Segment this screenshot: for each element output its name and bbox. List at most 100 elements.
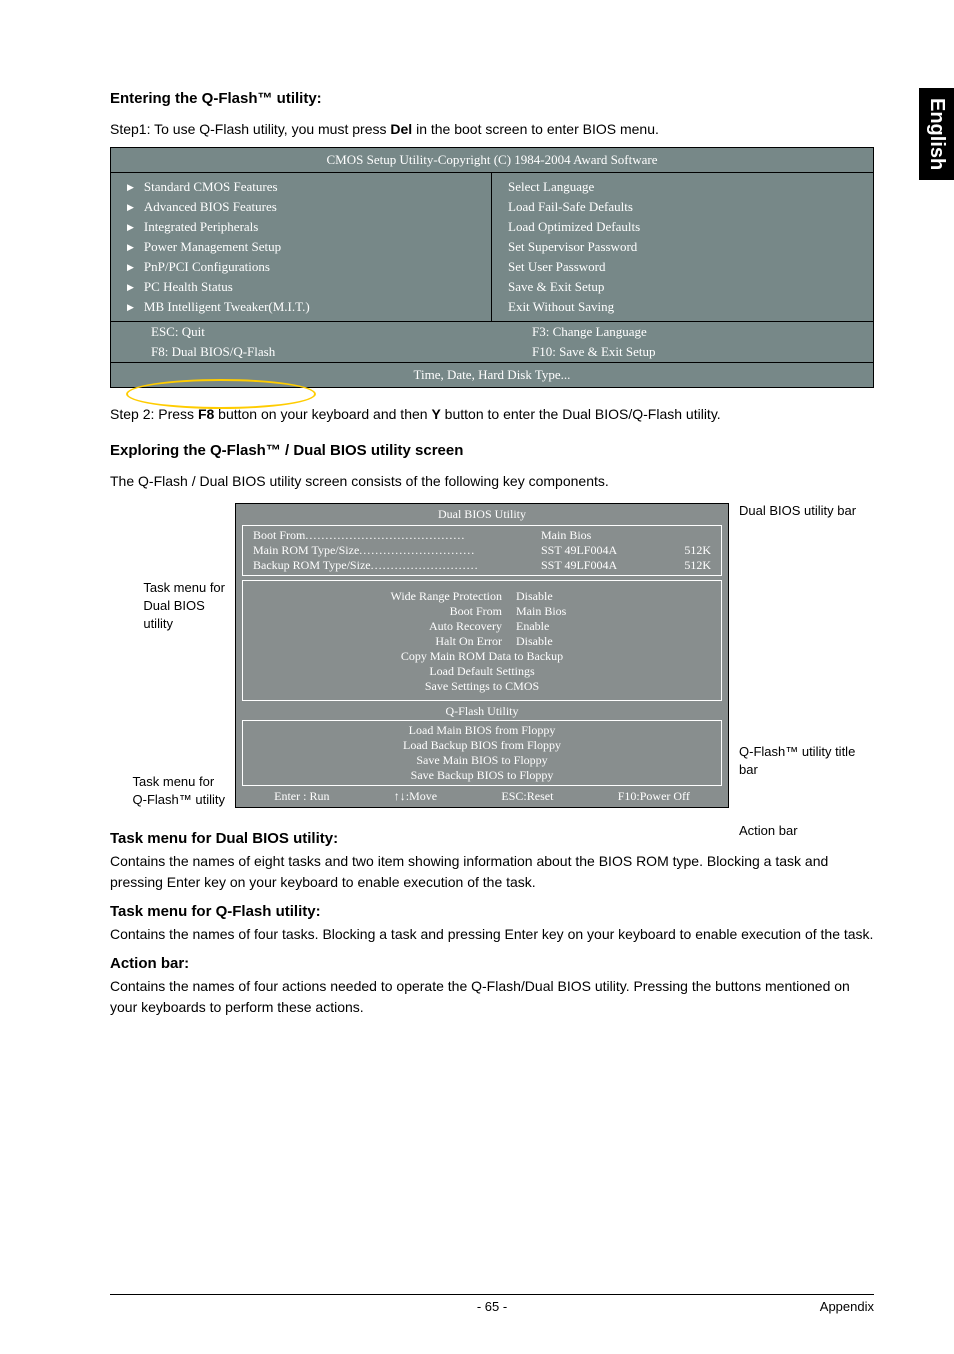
bios-menu-item[interactable]: ▶ Standard CMOS Features bbox=[127, 177, 487, 197]
bios-menu-item[interactable]: Load Fail-Safe Defaults bbox=[508, 197, 869, 217]
bios-menu-item[interactable]: Load Optimized Defaults bbox=[508, 217, 869, 237]
section-name: Appendix bbox=[820, 1299, 874, 1314]
dual-bios-title: Dual BIOS Utility bbox=[236, 504, 728, 525]
label-line: utility bbox=[143, 615, 225, 633]
bios-menu-item[interactable]: Save & Exit Setup bbox=[508, 277, 869, 297]
option-row[interactable]: Halt On ErrorDisable bbox=[253, 634, 711, 649]
opt-key: Halt On Error bbox=[328, 634, 508, 649]
bios-item-label: Save & Exit Setup bbox=[508, 279, 604, 295]
opt-key: Auto Recovery bbox=[328, 619, 508, 634]
qflash-item[interactable]: Load Backup BIOS from Floppy bbox=[245, 738, 719, 753]
label-line: bar bbox=[739, 761, 855, 779]
bios-item-label: MB Intelligent Tweaker(M.I.T.) bbox=[144, 299, 310, 315]
action-bar: Enter : Run ↑↓:Move ESC:Reset F10:Power … bbox=[236, 786, 728, 807]
bios-item-label: Standard CMOS Features bbox=[144, 179, 278, 195]
footer-esc: ESC: Quit bbox=[111, 322, 492, 342]
step1-suffix: in the boot screen to enter BIOS menu. bbox=[412, 121, 659, 137]
bios-menu-item[interactable]: Select Language bbox=[508, 177, 869, 197]
section-text: Contains the names of four tasks. Blocki… bbox=[110, 924, 874, 945]
triangle-right-icon: ▶ bbox=[127, 302, 134, 313]
heading-entering: Entering the Q-Flash™ utility: bbox=[110, 90, 874, 107]
label-qflash-title-bar: Q-Flash™ utility title bar bbox=[739, 743, 855, 779]
qflash-box: Load Main BIOS from Floppy Load Backup B… bbox=[242, 720, 722, 786]
section-heading: Action bar: bbox=[110, 955, 874, 972]
bios-item-label: Select Language bbox=[508, 179, 594, 195]
step1-key: Del bbox=[390, 121, 412, 137]
step2-key2: Y bbox=[431, 406, 440, 422]
section-text: Contains the names of four actions neede… bbox=[110, 976, 874, 1018]
exploring-subtext: The Q-Flash / Dual BIOS utility screen c… bbox=[110, 473, 874, 489]
bios-item-label: Load Optimized Defaults bbox=[508, 219, 640, 235]
bios-menu-item[interactable]: ▶ Power Management Setup bbox=[127, 237, 487, 257]
language-tab: English bbox=[919, 88, 954, 180]
bios-item-label: Power Management Setup bbox=[144, 239, 281, 255]
bios-menu-item[interactable]: Set Supervisor Password bbox=[508, 237, 869, 257]
main-rom-chip: SST 49LF004A bbox=[541, 543, 651, 558]
step2-prefix: Step 2: Press bbox=[110, 406, 198, 422]
qflash-item[interactable]: Load Main BIOS from Floppy bbox=[245, 723, 719, 738]
bios-setup-screen: CMOS Setup Utility-Copyright (C) 1984-20… bbox=[110, 147, 874, 388]
bios-item-label: PC Health Status bbox=[144, 279, 233, 295]
opt-val: Enable bbox=[516, 619, 636, 634]
bios-menu-item[interactable]: ▶ PC Health Status bbox=[127, 277, 487, 297]
backup-rom-size: 512K bbox=[651, 558, 711, 573]
bios-menu-item[interactable]: ▶ Integrated Peripherals bbox=[127, 217, 487, 237]
label-dual-bios-menu: Task menu for Dual BIOS utility bbox=[143, 579, 225, 634]
step2-key1: F8 bbox=[198, 406, 214, 422]
action-move: ↑↓:Move bbox=[394, 789, 437, 804]
bios-item-label: PnP/PCI Configurations bbox=[144, 259, 270, 275]
bios-left-column: ▶ Standard CMOS Features ▶ Advanced BIOS F… bbox=[111, 173, 492, 321]
dual-bios-diagram: Task menu for Dual BIOS utility Task men… bbox=[110, 503, 874, 808]
option-row[interactable]: Load Default Settings bbox=[253, 664, 711, 679]
option-row[interactable]: Wide Range Protection Disable bbox=[253, 589, 711, 604]
label-dual-bios-bar: Dual BIOS utility bar bbox=[739, 503, 856, 518]
bios-menu-item[interactable]: ▶ MB Intelligent Tweaker(M.I.T.) bbox=[127, 297, 487, 317]
bios-item-label: Exit Without Saving bbox=[508, 299, 614, 315]
section-heading: Task menu for Q-Flash utility: bbox=[110, 903, 874, 920]
step2-mid: button on your keyboard and then bbox=[214, 406, 431, 422]
main-rom-label: Main ROM Type/Size bbox=[253, 543, 359, 558]
action-f10: F10:Power Off bbox=[618, 789, 690, 804]
diagram-right-labels: Dual BIOS utility bar Q-Flash™ utility t… bbox=[729, 503, 874, 808]
bios-item-label: Integrated Peripherals bbox=[144, 219, 258, 235]
bios-right-column: Select Language Load Fail-Safe Defaults … bbox=[492, 173, 873, 321]
bios-item-label: Set User Password bbox=[508, 259, 606, 275]
bios-menu-item[interactable]: Exit Without Saving bbox=[508, 297, 869, 317]
dots-icon: ............................. bbox=[359, 543, 541, 558]
triangle-right-icon: ▶ bbox=[127, 282, 134, 293]
option-row[interactable]: Save Settings to CMOS bbox=[253, 679, 711, 694]
backup-rom-chip: SST 49LF004A bbox=[541, 558, 651, 573]
bios-menu-item[interactable]: ▶ Advanced BIOS Features bbox=[127, 197, 487, 217]
option-row[interactable]: Boot FromMain Bios bbox=[253, 604, 711, 619]
action-esc: ESC:Reset bbox=[501, 789, 553, 804]
label-line: Q-Flash™ utility title bbox=[739, 743, 855, 761]
heading-exploring: Exploring the Q-Flash™ / Dual BIOS utili… bbox=[110, 442, 874, 459]
label-line: Q-Flash™ utility bbox=[133, 791, 225, 809]
bios-menu-item[interactable]: Set User Password bbox=[508, 257, 869, 277]
dots-icon: ........................... bbox=[371, 558, 541, 573]
boot-from-label: Boot From bbox=[253, 528, 305, 543]
qflash-item[interactable]: Save Backup BIOS to Floppy bbox=[245, 768, 719, 783]
option-row[interactable]: Auto Recovery Enable bbox=[253, 619, 711, 634]
label-qflash-menu: Task menu for Q-Flash™ utility bbox=[133, 773, 225, 809]
bios-help-bar: Time, Date, Hard Disk Type... bbox=[111, 362, 873, 387]
opt-key: Wide Range Protection bbox=[328, 589, 508, 604]
bios-item-label: Advanced BIOS Features bbox=[144, 199, 277, 215]
option-row[interactable]: Copy Main ROM Data to Backup bbox=[253, 649, 711, 664]
opt-val: Main Bios bbox=[516, 604, 636, 619]
boot-from-value: Main Bios bbox=[541, 528, 651, 543]
bios-footer-row: ESC: Quit F3: Change Language bbox=[111, 321, 873, 342]
triangle-right-icon: ▶ bbox=[127, 222, 134, 233]
dual-bios-options-box: Wide Range Protection Disable Boot FromMa… bbox=[242, 580, 722, 701]
bios-menu-item[interactable]: ▶PnP/PCI Configurations bbox=[127, 257, 487, 277]
step2-suffix: button to enter the Dual BIOS/Q-Flash ut… bbox=[441, 406, 721, 422]
footer-f3: F3: Change Language bbox=[492, 322, 873, 342]
opt-val: Disable bbox=[516, 589, 636, 604]
triangle-right-icon: ▶ bbox=[127, 182, 134, 193]
triangle-right-icon: ▶ bbox=[127, 242, 134, 253]
bios-footer-row: F8: Dual BIOS/Q-Flash F10: Save & Exit S… bbox=[111, 342, 873, 362]
qflash-item[interactable]: Save Main BIOS to Floppy bbox=[245, 753, 719, 768]
triangle-right-icon: ▶ bbox=[127, 202, 134, 213]
footer-f8: F8: Dual BIOS/Q-Flash bbox=[111, 342, 492, 362]
page-number: - 65 - bbox=[477, 1299, 507, 1314]
